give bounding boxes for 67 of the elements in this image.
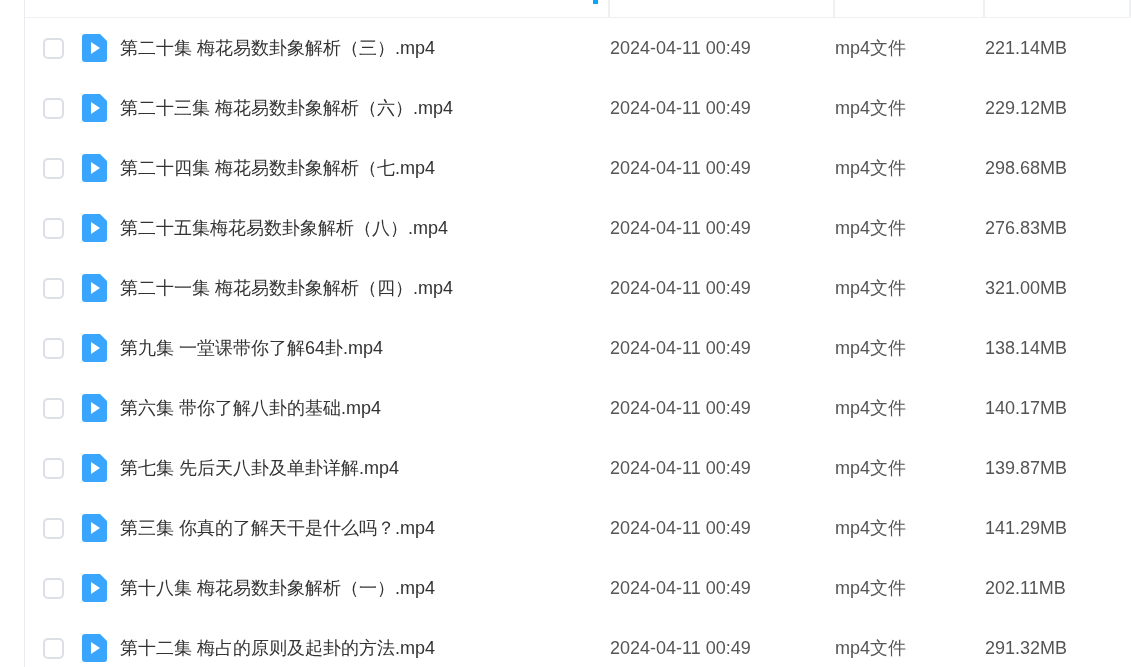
file-type: mp4文件: [835, 157, 906, 180]
video-file-icon: [82, 274, 107, 302]
file-name[interactable]: 第十二集 梅占的原则及起卦的方法.mp4: [120, 636, 436, 660]
file-type: mp4文件: [835, 397, 906, 420]
file-size: 221.14MB: [985, 37, 1068, 59]
file-type: mp4文件: [835, 97, 906, 120]
modified-time: 2024-04-11 00:49: [610, 97, 751, 119]
video-file-icon: [82, 94, 107, 122]
file-size: 139.87MB: [985, 457, 1068, 479]
file-type: mp4文件: [835, 457, 906, 480]
video-file-icon: [82, 574, 107, 602]
checkbox[interactable]: [43, 397, 64, 419]
video-file-icon: [82, 34, 107, 62]
file-name[interactable]: 第九集 一堂课带你了解64卦.mp4: [120, 336, 384, 360]
checkbox[interactable]: [43, 217, 64, 239]
video-file-icon: [82, 634, 107, 662]
file-name[interactable]: 第三集 你真的了解天干是什么吗？.mp4: [120, 516, 436, 540]
file-size: 141.29MB: [985, 517, 1068, 539]
modified-time: 2024-04-11 00:49: [610, 157, 751, 179]
sort-indicator-icon[interactable]: [593, 0, 598, 4]
checkbox[interactable]: [43, 37, 64, 59]
file-size: 229.12MB: [985, 97, 1068, 119]
file-size: 276.83MB: [985, 217, 1068, 239]
modified-time: 2024-04-11 00:49: [610, 217, 751, 239]
modified-time: 2024-04-11 00:49: [610, 277, 751, 299]
checkbox[interactable]: [43, 637, 64, 659]
file-type: mp4文件: [835, 37, 906, 60]
file-name[interactable]: 第二十三集 梅花易数卦象解析（六）.mp4: [120, 96, 454, 120]
file-type: mp4文件: [835, 277, 906, 300]
file-type: mp4文件: [835, 217, 906, 240]
file-size: 138.14MB: [985, 337, 1068, 359]
modified-time: 2024-04-11 00:49: [610, 637, 751, 659]
video-file-icon: [82, 214, 107, 242]
file-size: 321.00MB: [985, 277, 1068, 299]
video-file-icon: [82, 334, 107, 362]
modified-time: 2024-04-11 00:49: [610, 337, 751, 359]
file-size: 140.17MB: [985, 397, 1068, 419]
file-size: 298.68MB: [985, 157, 1068, 179]
file-size: 202.11MB: [985, 577, 1066, 599]
file-type: mp4文件: [835, 337, 906, 360]
video-file-icon: [82, 514, 107, 542]
file-name[interactable]: 第十八集 梅花易数卦象解析（一）.mp4: [120, 576, 436, 600]
file-name[interactable]: 第六集 带你了解八卦的基础.mp4: [120, 396, 382, 420]
video-file-icon: [82, 454, 107, 482]
file-type: mp4文件: [835, 517, 906, 540]
file-name[interactable]: 第二十集 梅花易数卦象解析（三）.mp4: [120, 36, 436, 60]
file-name[interactable]: 第二十四集 梅花易数卦象解析（七.mp4: [120, 156, 436, 180]
checkbox[interactable]: [43, 457, 64, 479]
file-size: 291.32MB: [985, 637, 1068, 659]
checkbox[interactable]: [43, 577, 64, 599]
modified-time: 2024-04-11 00:49: [610, 37, 751, 59]
checkbox[interactable]: [43, 157, 64, 179]
file-name[interactable]: 第七集 先后天八卦及单卦详解.mp4: [120, 456, 400, 480]
modified-time: 2024-04-11 00:49: [610, 517, 751, 539]
file-name[interactable]: 第二十一集 梅花易数卦象解析（四）.mp4: [120, 276, 454, 300]
checkbox[interactable]: [43, 277, 64, 299]
video-file-icon: [82, 394, 107, 422]
modified-time: 2024-04-11 00:49: [610, 397, 751, 419]
file-type: mp4文件: [835, 637, 906, 660]
file-name[interactable]: 第二十五集梅花易数卦象解析（八）.mp4: [120, 216, 449, 240]
checkbox[interactable]: [43, 517, 64, 539]
checkbox[interactable]: [43, 337, 64, 359]
file-type: mp4文件: [835, 577, 906, 600]
modified-time: 2024-04-11 00:49: [610, 457, 751, 479]
checkbox[interactable]: [43, 97, 64, 119]
modified-time: 2024-04-11 00:49: [610, 577, 751, 599]
video-file-icon: [82, 154, 107, 182]
